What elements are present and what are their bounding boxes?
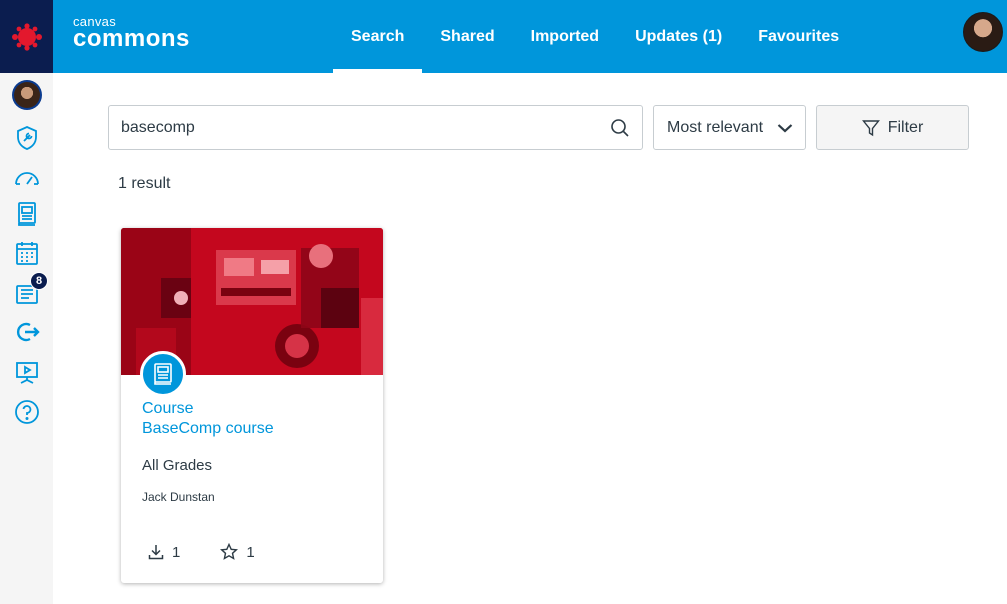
nav-admin[interactable] bbox=[0, 120, 53, 156]
favourite-count: 1 bbox=[246, 543, 255, 561]
nav-inbox[interactable]: 8 bbox=[0, 272, 53, 310]
brand-big-text: commons bbox=[73, 25, 190, 52]
search-input-value: basecomp bbox=[121, 118, 195, 136]
speedometer-icon bbox=[14, 172, 39, 185]
filter-button[interactable]: Filter bbox=[816, 105, 969, 150]
favourite-stat: 1 bbox=[220, 543, 255, 561]
help-icon bbox=[14, 400, 39, 424]
sort-select-value: Most relevant bbox=[667, 118, 764, 136]
nav-calendar[interactable] bbox=[0, 235, 53, 271]
canvas-logo-icon[interactable] bbox=[0, 0, 53, 73]
download-count: 1 bbox=[172, 543, 181, 561]
card-title[interactable]: BaseComp course bbox=[142, 420, 274, 438]
user-avatar[interactable] bbox=[963, 12, 1003, 52]
book-icon bbox=[17, 202, 36, 226]
filter-button-label: Filter bbox=[887, 118, 924, 136]
nav-commons[interactable] bbox=[0, 314, 53, 350]
commons-brand[interactable]: canvas commons bbox=[73, 15, 190, 51]
filter-icon bbox=[861, 119, 880, 136]
tab-imported[interactable]: Imported bbox=[513, 0, 617, 73]
tab-shared[interactable]: Shared bbox=[422, 0, 512, 73]
nav-courses[interactable] bbox=[0, 196, 53, 232]
nav-account[interactable] bbox=[0, 77, 53, 113]
download-icon bbox=[148, 545, 164, 560]
nav-dashboard[interactable] bbox=[0, 160, 53, 196]
chevron-down-icon bbox=[777, 123, 793, 132]
app-header: canvas commons Search Shared Imported Up… bbox=[53, 0, 1007, 73]
nav-help[interactable] bbox=[0, 394, 53, 430]
calendar-icon bbox=[15, 242, 38, 265]
shield-wrench-icon bbox=[16, 126, 37, 150]
card-type-label[interactable]: Course bbox=[142, 400, 194, 418]
search-input[interactable]: basecomp bbox=[108, 105, 643, 150]
card-author: Jack Dunstan bbox=[142, 490, 215, 504]
tab-updates[interactable]: Updates (1) bbox=[617, 0, 740, 73]
tab-favourites[interactable]: Favourites bbox=[740, 0, 857, 73]
download-stat: 1 bbox=[148, 544, 180, 561]
star-icon[interactable] bbox=[220, 543, 239, 561]
global-nav: 8 bbox=[0, 0, 53, 604]
nav-studio[interactable] bbox=[0, 355, 53, 391]
main-tabs: Search Shared Imported Updates (1) Favou… bbox=[333, 0, 857, 73]
commons-arrow-icon bbox=[16, 322, 40, 342]
tab-search[interactable]: Search bbox=[333, 0, 423, 73]
card-grades: All Grades bbox=[142, 457, 213, 474]
search-icon[interactable] bbox=[610, 118, 630, 138]
card-stats: 1 1 bbox=[148, 543, 295, 561]
course-type-icon bbox=[140, 351, 186, 397]
result-card[interactable]: Course BaseComp course All Grades Jack D… bbox=[121, 228, 383, 583]
inbox-badge: 8 bbox=[30, 272, 48, 290]
presentation-icon bbox=[15, 362, 38, 384]
result-count: 1 result bbox=[118, 175, 171, 192]
sort-select[interactable]: Most relevant bbox=[653, 105, 806, 150]
avatar bbox=[11, 80, 42, 110]
